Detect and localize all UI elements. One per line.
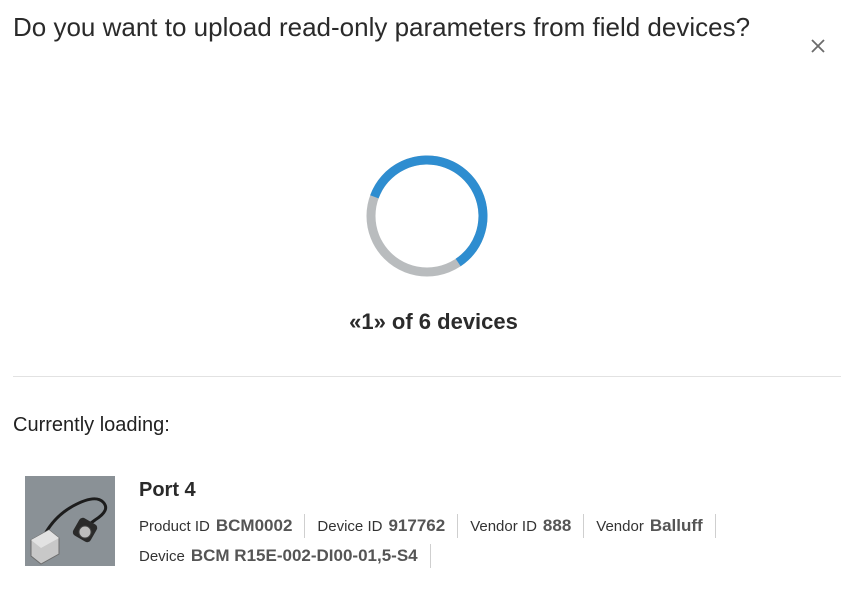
dialog-title: Do you want to upload read-only paramete… [13, 12, 751, 42]
progress-spinner [366, 155, 488, 277]
prop-value: BCM R15E-002-DI00-01,5-S4 [190, 546, 418, 565]
device-prop: Vendor Balluff [596, 514, 716, 538]
prop-label: Device [139, 548, 185, 565]
prop-value: 917762 [388, 516, 446, 535]
prop-label: Vendor ID [470, 518, 537, 535]
prop-label: Vendor [596, 518, 644, 535]
divider [13, 376, 841, 377]
device-prop: Device BCM R15E-002-DI00-01,5-S4 [139, 544, 431, 568]
close-icon [811, 39, 825, 53]
progress-count: «1» of 6 devices [349, 309, 518, 334]
device-prop: Vendor ID 888 [470, 514, 585, 538]
prop-value: BCM0002 [215, 516, 293, 535]
prop-label: Device ID [317, 518, 383, 535]
prop-label: Product ID [139, 518, 210, 535]
close-button[interactable] [804, 32, 832, 60]
device-prop: Product ID BCM0002 [139, 514, 306, 538]
device-props-row: Device BCM R15E-002-DI00-01,5-S4 [139, 544, 443, 568]
device-image [25, 476, 115, 566]
device-prop: Device ID 917762 [317, 514, 459, 538]
spinner-arc [366, 155, 488, 277]
device-port-name: Port 4 [139, 479, 196, 501]
prop-value: Balluff [649, 516, 703, 535]
prop-value: 888 [542, 516, 572, 535]
device-props-row: Product ID BCM0002 Device ID 917762 Vend… [139, 514, 728, 538]
currently-loading-label: Currently loading: [13, 414, 170, 436]
